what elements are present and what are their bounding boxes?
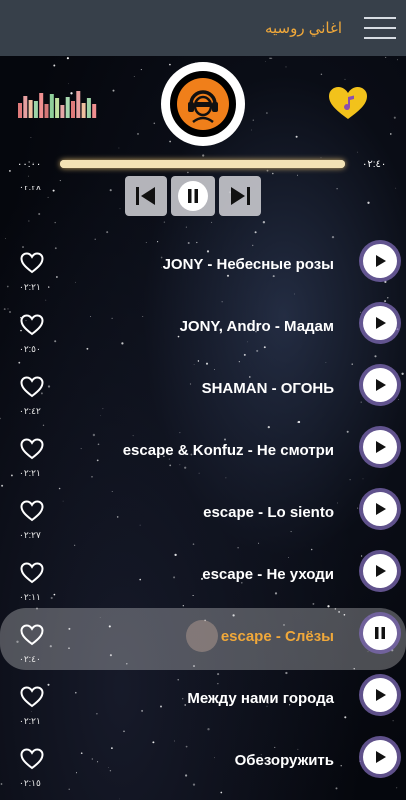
equalizer-bar xyxy=(71,101,75,118)
song-title: escape - Не уходи xyxy=(202,566,334,583)
song-duration: ٠٢:٢١ xyxy=(19,282,41,292)
equalizer-icon xyxy=(18,91,97,118)
equalizer-bar xyxy=(33,101,38,118)
dj-headphones-icon xyxy=(177,78,229,130)
play-icon[interactable] xyxy=(363,678,397,712)
equalizer-bar xyxy=(76,91,81,118)
equalizer-bar xyxy=(65,97,70,118)
hamburger-menu-icon[interactable] xyxy=(364,17,396,39)
song-row[interactable]: ٠٢:٢٧ escape - Lo siento xyxy=(0,492,406,560)
elapsed-time: ٠٠:٠٠ xyxy=(17,159,42,170)
heart-outline-icon[interactable] xyxy=(20,562,44,584)
equalizer-bar xyxy=(55,98,60,118)
skip-next-button[interactable] xyxy=(219,176,261,216)
song-title: escape - Lo siento xyxy=(203,504,334,521)
song-duration: ٠٢:١١ xyxy=(19,592,41,602)
song-duration: ٠٢:٤٠ xyxy=(19,654,41,664)
song-title: Обезоружить xyxy=(234,752,334,769)
equalizer-bar xyxy=(81,103,86,118)
play-icon[interactable] xyxy=(363,492,397,526)
touch-ripple xyxy=(186,620,218,652)
equalizer-bar xyxy=(60,105,65,118)
skip-previous-button[interactable] xyxy=(125,176,167,216)
app-title: اغاني روسيه xyxy=(264,20,342,37)
song-duration: ٠٢:٢١ xyxy=(19,468,41,478)
equalizer-bar xyxy=(28,100,33,118)
total-time: ٠٢:٤٠ xyxy=(362,159,387,170)
pause-icon xyxy=(178,181,208,211)
heart-outline-icon[interactable] xyxy=(20,500,44,522)
song-duration: ٠٢:٢٧ xyxy=(19,530,41,540)
playback-controls xyxy=(125,176,261,218)
equalizer-bar xyxy=(92,104,97,118)
song-title: escape & Konfuz - Не смотри xyxy=(122,442,334,459)
song-row[interactable]: ٠٢:١٥ Обезоружить xyxy=(0,740,406,800)
song-row[interactable]: ٠٢:٥٠ JONY, Andro - Мадам xyxy=(0,306,406,374)
heart-outline-icon[interactable] xyxy=(20,624,44,646)
play-icon[interactable] xyxy=(363,244,397,278)
song-title: escape - Слёзы xyxy=(220,628,334,645)
song-title: Между нами города xyxy=(187,690,334,707)
song-duration: ٠٢:٢١ xyxy=(19,716,41,726)
equalizer-bar xyxy=(23,96,28,118)
heart-outline-icon[interactable] xyxy=(20,686,44,708)
seek-bar-fill xyxy=(60,160,345,168)
play-icon[interactable] xyxy=(363,368,397,402)
song-row[interactable]: ٠٢:٢١ JONY - Небесные розы xyxy=(0,244,406,312)
skip-previous-icon xyxy=(136,187,155,205)
heart-outline-icon[interactable] xyxy=(20,438,44,460)
equalizer-bar xyxy=(39,93,44,118)
song-list: ٠٢:٢٨SHAMAN - Ялан٠٢:٢١JONY - Небесные р… xyxy=(0,186,406,800)
song-duration: ٠٢:٤٢ xyxy=(19,406,41,416)
song-row[interactable]: ٠٢:٢١ escape & Konfuz - Не смотри xyxy=(0,430,406,498)
song-duration: ٠٢:١٥ xyxy=(19,778,41,788)
song-duration: ٠٢:٢٨ xyxy=(19,186,41,192)
play-icon[interactable] xyxy=(363,306,397,340)
play-icon[interactable] xyxy=(363,430,397,464)
equalizer-bar xyxy=(18,103,22,118)
song-title: SHAMAN - ОГОНЬ xyxy=(201,380,334,397)
play-icon[interactable] xyxy=(363,554,397,588)
app-header: اغاني روسيه xyxy=(0,0,406,56)
heart-outline-icon[interactable] xyxy=(20,314,44,336)
pause-button[interactable] xyxy=(171,176,215,216)
heart-outline-icon[interactable] xyxy=(20,376,44,398)
song-duration: ٠٢:٥٠ xyxy=(19,344,41,354)
equalizer-bar xyxy=(86,98,91,118)
heart-outline-icon[interactable] xyxy=(20,748,44,770)
equalizer-bar xyxy=(49,94,54,118)
song-row[interactable]: ٠٢:٤٢ SHAMAN - ОГОНЬ xyxy=(0,368,406,436)
seek-bar[interactable] xyxy=(60,160,345,168)
song-title: JONY - Небесные розы xyxy=(162,256,334,273)
song-row[interactable]: ٠٢:٤٠ escape - Слёзы xyxy=(0,608,406,670)
skip-next-icon xyxy=(231,187,250,205)
heart-outline-icon[interactable] xyxy=(20,252,44,274)
equalizer-bar xyxy=(44,104,49,118)
song-row[interactable]: ٠٢:٢١ Между нами города xyxy=(0,678,406,746)
pause-icon[interactable] xyxy=(363,616,397,650)
play-icon[interactable] xyxy=(363,740,397,774)
heart-music-note-icon[interactable] xyxy=(328,87,368,121)
song-title: JONY, Andro - Мадам xyxy=(179,318,334,335)
now-playing-logo xyxy=(161,62,245,146)
